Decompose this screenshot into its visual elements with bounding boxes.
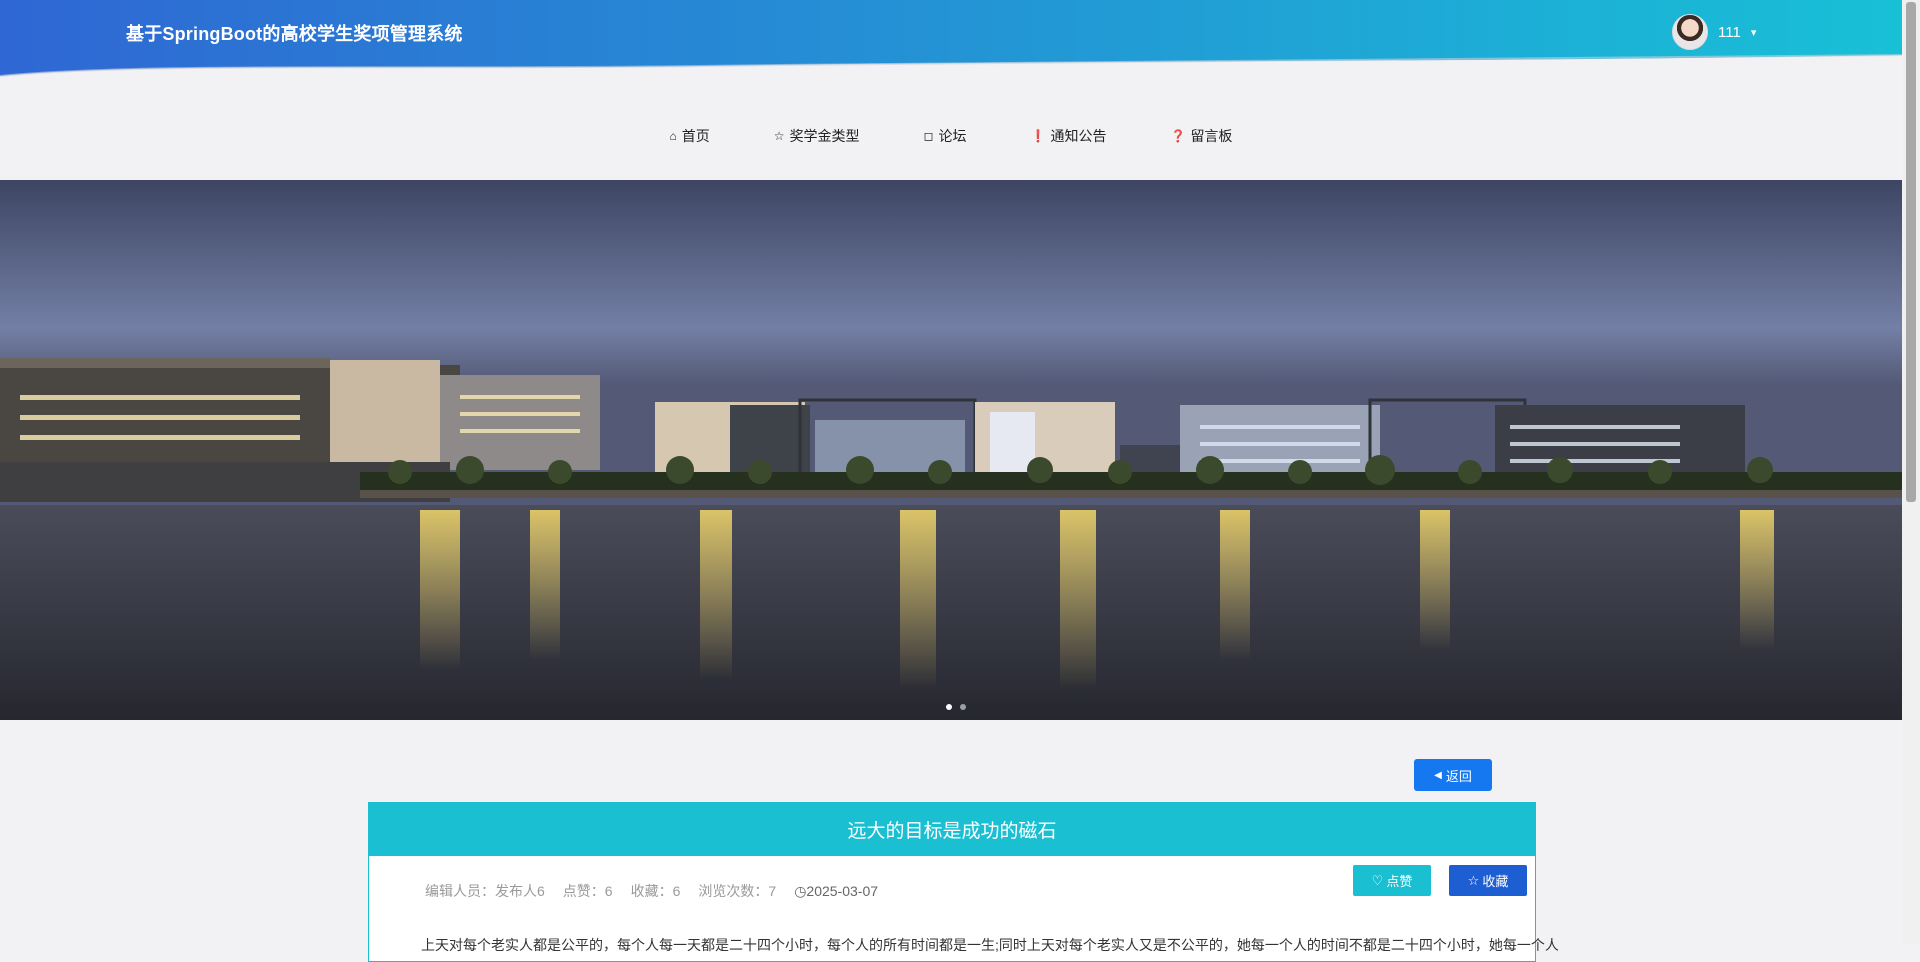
like-button[interactable]: ♡ 点赞 [1353, 865, 1431, 896]
user-menu[interactable]: 111 ▾ [1672, 14, 1756, 50]
scrollbar-thumb[interactable] [1906, 2, 1916, 502]
article-favorites: 收藏：6 [630, 883, 681, 899]
site-title: 基于SpringBoot的高校学生奖项管理系统 [126, 24, 463, 44]
nav-item-label[interactable]: 通知公告 [1050, 126, 1106, 146]
campus-night-image [0, 180, 1902, 720]
nav-item-label[interactable]: 论坛 [939, 126, 967, 146]
nav-item-label[interactable]: 留言板 [1190, 126, 1232, 146]
favorite-button[interactable]: ☆ 收藏 [1449, 865, 1527, 896]
nav-item-message-board[interactable]: ❓ 留言板 [1170, 126, 1232, 146]
avatar[interactable] [1672, 14, 1708, 50]
article-editor: 编辑人员：发布人6 [425, 883, 545, 899]
page-scrollbar[interactable] [1902, 0, 1920, 944]
carousel-dot-2[interactable] [960, 704, 966, 710]
star-icon: ☆ [1467, 872, 1480, 888]
nav-item-label[interactable]: 奖学金类型 [790, 126, 860, 146]
back-button[interactable]: ◀ 返回 [1414, 759, 1492, 791]
nav-item-forum[interactable]: ◻ 论坛 [924, 126, 967, 146]
like-button-label[interactable]: 点赞 [1386, 871, 1412, 890]
favorite-button-label[interactable]: 收藏 [1482, 871, 1508, 890]
star-icon: ☆ [773, 129, 785, 143]
article-views: 浏览次数：7 [698, 883, 777, 899]
main-nav: ⌂ 首页 ☆ 奖学金类型 ◻ 论坛 ❗ 通知公告 ❓ 留言板 [0, 126, 1902, 146]
nav-item-notice[interactable]: ❗ 通知公告 [1031, 126, 1107, 146]
article-card: 远大的目标是成功的磁石 编辑人员：发布人6 点赞：6 收藏：6 浏览次数：7 ◷… [368, 802, 1559, 962]
home-icon: ⌂ [669, 129, 677, 143]
article-actions: ♡ 点赞 ☆ 收藏 [1353, 865, 1527, 896]
article-meta: 编辑人员：发布人6 点赞：6 收藏：6 浏览次数：7 ◷2025-03-07 [425, 881, 878, 901]
nav-item-scholarship-type[interactable]: ☆ 奖学金类型 [774, 126, 860, 146]
article-date-wrapper: ◷2025-03-07 [794, 883, 878, 900]
top-header: 基于SpringBoot的高校学生奖项管理系统 111 ▾ [0, 0, 1902, 80]
nav-item-home[interactable]: ⌂ 首页 [670, 126, 710, 146]
alert-icon: ❗ [1030, 129, 1046, 143]
bag-icon: ◻ [923, 129, 934, 143]
banner-carousel[interactable] [0, 180, 1902, 720]
clock-icon: ◷ [794, 882, 807, 899]
question-icon: ❓ [1170, 129, 1186, 143]
article-date: 2025-03-07 [806, 882, 879, 899]
carousel-dot-1[interactable] [946, 704, 952, 710]
nav-item-label[interactable]: 首页 [682, 126, 710, 146]
article-content: 上天对每个老实人都是公平的，每个人每一天都是二十四个小时，每个人的所有时间都是一… [421, 937, 1559, 953]
back-button-label[interactable]: 返回 [1446, 766, 1472, 785]
caret-down-icon[interactable]: ▾ [1751, 26, 1757, 39]
caret-left-icon: ◀ [1434, 769, 1442, 781]
article-likes: 点赞：6 [562, 883, 613, 899]
carousel-dots [946, 704, 966, 710]
username[interactable]: 111 [1718, 24, 1741, 41]
heart-icon: ♡ [1371, 872, 1384, 888]
article-title: 远大的目标是成功的磁石 [369, 803, 1535, 856]
